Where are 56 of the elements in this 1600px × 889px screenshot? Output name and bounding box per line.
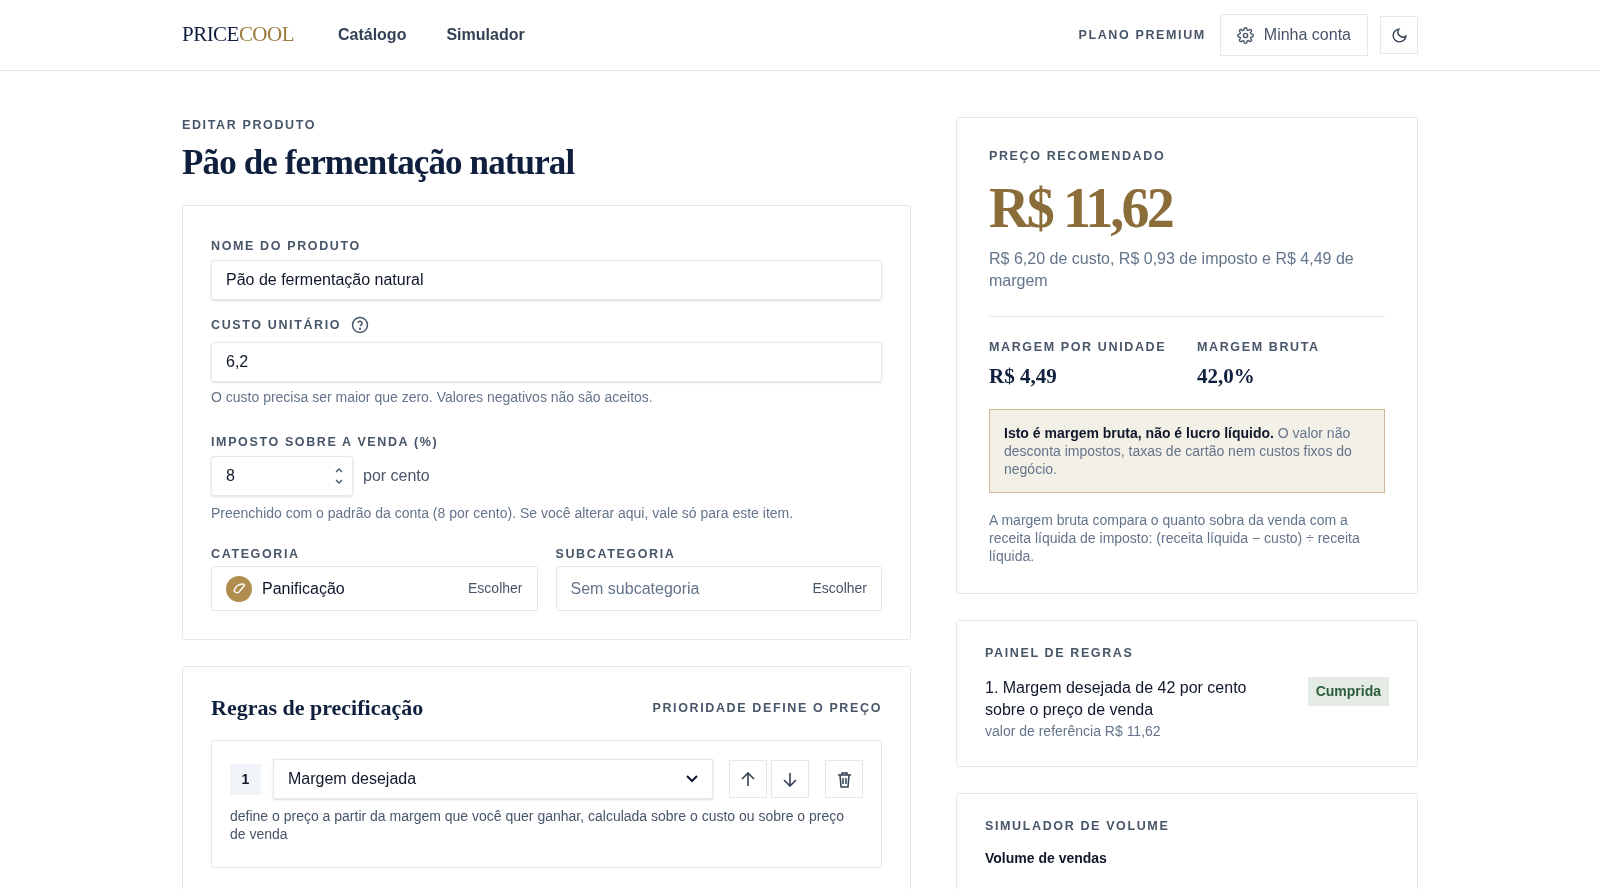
stat-label: MARGEM POR UNIDADE xyxy=(989,339,1168,355)
moon-icon xyxy=(1390,26,1408,44)
rule-summary: 1. Margem desejada de 42 por cento sobre o preço de venda xyxy=(985,678,1248,720)
page-title: Pão de fermentação natural xyxy=(182,143,576,183)
rule-type-select[interactable]: Margem desejada xyxy=(273,759,713,799)
unit-label: por cento xyxy=(363,466,430,486)
category-picker[interactable]: Panificação Escolher xyxy=(211,566,538,611)
arrow-up-icon xyxy=(741,771,755,787)
field-label: CATEGORIA xyxy=(211,546,301,562)
field-label: NOME DO PRODUTO xyxy=(211,238,362,254)
card-label: PREÇO RECOMENDADO xyxy=(989,148,1167,164)
reference-value: valor de referência R$ 11,62 xyxy=(985,722,1162,741)
trash-icon xyxy=(836,770,852,788)
theme-toggle-button[interactable] xyxy=(1380,16,1418,54)
priority-note: PRIORIDADE DEFINE O PREÇO xyxy=(652,699,882,716)
price-breakdown: R$ 6,20 de custo, R$ 0,93 de imposto e R$ 4,49 de margem xyxy=(989,249,1355,291)
field-hint: O custo precisa ser maior que zero. Valores negativos não são aceitos. xyxy=(211,388,654,406)
unit-cost-field[interactable]: 6,2 xyxy=(211,342,882,382)
category-value: Panificação xyxy=(262,578,346,599)
tax-number-field[interactable]: 8 xyxy=(211,456,353,496)
rule-description: define o preço a partir da margem que você quer ganhar, calculada sobre o custo ou sobre o preço de venda xyxy=(230,807,846,843)
move-down-button[interactable] xyxy=(771,760,809,798)
choose-link[interactable]: Escolher xyxy=(812,578,867,599)
logo-text: PRICE xyxy=(182,21,239,49)
plan-label: PLANO PREMIUM xyxy=(1078,27,1206,43)
warning-note: Isto é margem bruta, não é lucro líquido. O valor não desconta impostos, taxas de cartão nem custos fixos do negócio. xyxy=(989,409,1385,493)
delete-button[interactable] xyxy=(825,760,863,798)
subcategory-picker[interactable]: Sem subcategoria Escolher xyxy=(555,566,882,611)
choose-link[interactable]: Escolher xyxy=(468,578,523,599)
field-hint: Preenchido com o padrão da conta (8 por cento). Se você alterar aqui, vale só para este item. xyxy=(211,504,795,522)
logo-text: COOL xyxy=(238,21,294,49)
account-button[interactable]: Minha conta xyxy=(1219,14,1368,56)
product-name-field[interactable]: Pão de fermentação natural xyxy=(211,260,882,300)
stat-label: MARGEM BRUTA xyxy=(1197,339,1321,355)
move-up-button[interactable] xyxy=(729,760,767,798)
stat-value: 42,0% xyxy=(1197,363,1256,389)
nav-link[interactable]: Simulador xyxy=(446,23,525,47)
rule-number: 1 xyxy=(230,763,261,795)
field-label: IMPOSTO SOBRE A VENDA (%) xyxy=(211,434,440,450)
field-label: SUBCATEGORIA xyxy=(555,546,677,562)
chevron-down-icon xyxy=(686,775,698,783)
section-title: Regras de precificação xyxy=(211,694,424,722)
arrow-down-icon xyxy=(783,771,797,787)
stat-value: R$ 4,49 xyxy=(989,363,1058,389)
margin-explanation: A margem bruta compara o quanto sobra da venda com a receita líquida de imposto: (receita líquida − custo) ÷ receita líquida. xyxy=(989,511,1361,565)
card-label: PAINEL DE REGRAS xyxy=(985,645,1135,661)
field-label: CUSTO UNITÁRIO xyxy=(211,317,342,333)
subcategory-value: Sem subcategoria xyxy=(570,578,701,599)
settings-icon xyxy=(1236,26,1254,44)
help-icon[interactable] xyxy=(351,316,370,334)
status-badge: Cumprida xyxy=(1307,677,1389,706)
page-eyebrow: EDITAR PRODUTO xyxy=(182,117,318,133)
nav-link[interactable]: Catálogo xyxy=(337,23,407,47)
recommended-price: R$ 11,62 xyxy=(989,180,1174,236)
card-label: SIMULADOR DE VOLUME xyxy=(985,818,1171,834)
field-label: Volume de vendas xyxy=(985,850,1108,866)
